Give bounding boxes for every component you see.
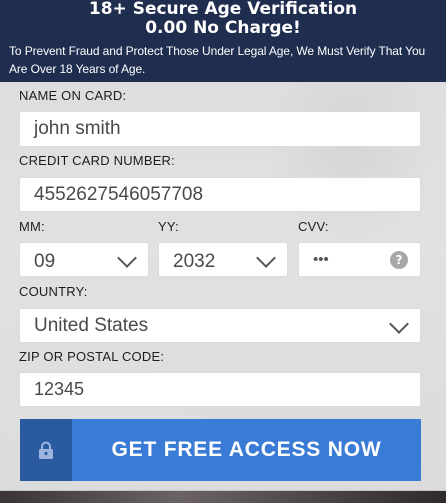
yy-select[interactable]: 2032 — [158, 242, 288, 277]
cvv-input[interactable]: ••• ? — [298, 242, 421, 277]
zip-label: ZIP OR POSTAL CODE: — [19, 349, 165, 364]
name-on-card-input[interactable]: john smith — [19, 111, 421, 147]
header-subtitle: 0.00 No Charge! — [145, 18, 301, 38]
mm-label: MM: — [19, 219, 45, 234]
country-value: United States — [34, 314, 149, 336]
lock-icon — [20, 419, 72, 481]
cvv-label: CVV: — [298, 219, 329, 234]
name-on-card-value: john smith — [34, 118, 121, 139]
name-on-card-label: NAME ON CARD: — [19, 88, 127, 103]
cvv-value: ••• — [313, 251, 329, 268]
mm-select[interactable]: 09 — [19, 242, 149, 277]
background-strip — [0, 491, 446, 503]
yy-value: 2032 — [173, 250, 216, 272]
country-select[interactable]: United States — [19, 308, 421, 343]
card-number-value: 4552627546057708 — [34, 183, 204, 205]
zip-input[interactable]: 12345 — [19, 372, 421, 407]
help-icon[interactable]: ? — [390, 251, 408, 269]
zip-value: 12345 — [34, 379, 85, 399]
chevron-down-icon — [256, 247, 276, 268]
chevron-down-icon — [117, 247, 137, 268]
header-title: 18+ Secure Age Verification — [88, 0, 358, 19]
chevron-down-icon — [389, 313, 409, 334]
get-access-button[interactable]: GET FREE ACCESS NOW — [20, 419, 421, 481]
mm-value: 09 — [34, 250, 56, 272]
country-label: COUNTRY: — [19, 284, 88, 299]
card-number-label: CREDIT CARD NUMBER: — [19, 153, 175, 168]
yy-label: YY: — [158, 219, 179, 234]
verification-header: 18+ Secure Age Verification 0.00 No Char… — [0, 0, 446, 82]
header-notice: To Prevent Fraud and Protect Those Under… — [9, 44, 426, 76]
get-access-button-label: GET FREE ACCESS NOW — [111, 438, 382, 461]
card-number-input[interactable]: 4552627546057708 — [19, 177, 421, 212]
